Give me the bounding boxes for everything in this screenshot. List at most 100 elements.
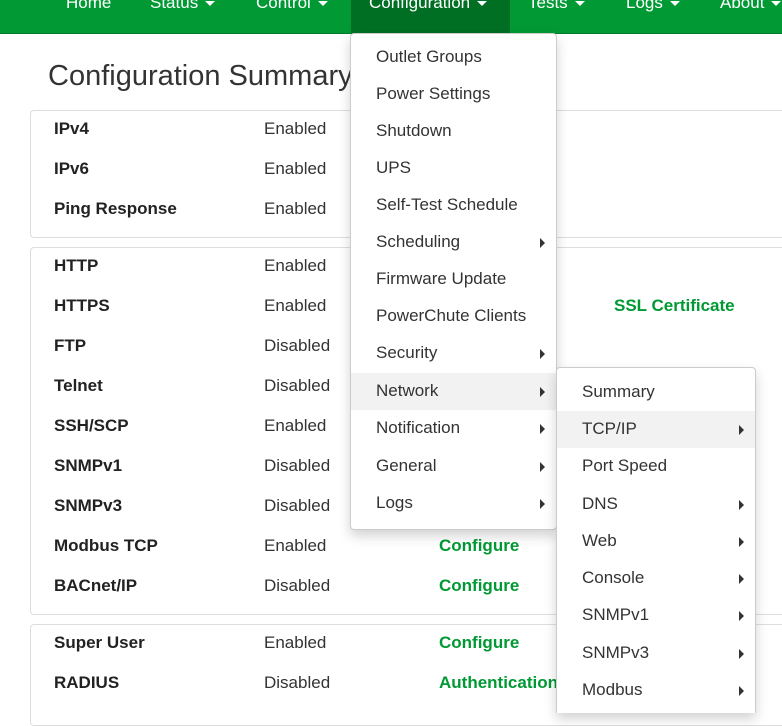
menu-item-label: Shutdown [376, 121, 452, 140]
menu-item-label: UPS [376, 158, 411, 177]
menu-item-label: SNMPv1 [582, 605, 650, 624]
caret-right-icon [739, 649, 744, 659]
caret-right-icon [739, 611, 744, 621]
caret-right-icon [540, 424, 545, 434]
nav-home[interactable]: Home [66, 0, 111, 33]
caret-right-icon [540, 462, 545, 472]
nav-home-label: Home [66, 0, 112, 12]
menu-item-label: Notification [376, 418, 461, 437]
setting-name: IPv6 [54, 159, 89, 178]
submenu-item-snmpv3[interactable]: SNMPv3 [557, 635, 755, 672]
nav-tests-label: Tests [528, 0, 568, 12]
caret-down-icon [669, 1, 680, 6]
caret-right-icon [540, 387, 545, 397]
nav-about-label: About [720, 0, 765, 12]
setting-status: Enabled [264, 159, 327, 178]
setting-name: HTTP [54, 256, 99, 275]
submenu-item-tcpip[interactable]: TCP/IP [557, 411, 755, 448]
setting-name: HTTPS [54, 296, 110, 315]
nav-about[interactable]: About [720, 0, 782, 33]
setting-name: Telnet [54, 376, 103, 395]
submenu-item-dns[interactable]: DNS [557, 486, 755, 523]
setting-name: Ping Response [54, 199, 177, 218]
caret-right-icon [739, 686, 744, 696]
caret-right-icon [739, 500, 744, 510]
nav-control-label: Control [256, 0, 311, 12]
nav-control[interactable]: Control [256, 0, 328, 33]
menu-item-label: Outlet Groups [376, 47, 482, 66]
setting-name: SNMPv1 [54, 456, 123, 475]
menu-item-label: Scheduling [376, 232, 461, 251]
menu-item-label: TCP/IP [582, 419, 637, 438]
caret-right-icon [739, 574, 744, 584]
submenu-item-snmpv1[interactable]: SNMPv1 [557, 597, 755, 634]
setting-status: Enabled [264, 296, 327, 315]
submenu-item-web[interactable]: Web [557, 523, 755, 560]
setting-name: SNMPv3 [54, 496, 123, 515]
nav-tests[interactable]: Tests [528, 0, 585, 33]
setting-status: Disabled [264, 496, 331, 515]
network-submenu: Summary TCP/IP Port Speed DNS Web Consol… [556, 367, 756, 713]
setting-status: Enabled [264, 536, 327, 555]
setting-name: FTP [54, 336, 87, 355]
setting-status: Enabled [264, 199, 327, 218]
menu-item-general[interactable]: General [351, 448, 556, 485]
setting-status: Disabled [264, 456, 331, 475]
submenu-item-port-speed[interactable]: Port Speed [557, 448, 755, 485]
super-user-configure-link[interactable]: Configure [439, 633, 519, 653]
setting-status: Disabled [264, 336, 331, 355]
menu-item-label: Logs [376, 493, 413, 512]
submenu-item-modbus[interactable]: Modbus [557, 672, 755, 709]
setting-status: Enabled [264, 256, 327, 275]
menu-item-firmware-update[interactable]: Firmware Update [351, 261, 556, 298]
modbus-configure-link[interactable]: Configure [439, 536, 519, 556]
nav-status[interactable]: Status [150, 0, 216, 33]
menu-item-label: SNMPv3 [582, 643, 650, 662]
setting-status: Disabled [264, 673, 331, 692]
page-title: Configuration Summary [48, 60, 353, 92]
setting-status: Enabled [264, 416, 327, 435]
menu-item-network[interactable]: Network [351, 373, 556, 410]
menu-item-label: Console [582, 568, 645, 587]
menu-item-label: Power Settings [376, 84, 491, 103]
menu-item-ups[interactable]: UPS [351, 150, 556, 187]
menu-item-label: DNS [582, 494, 618, 513]
menu-item-scheduling[interactable]: Scheduling [351, 224, 556, 261]
menu-item-label: PowerChute Clients [376, 306, 527, 325]
menu-item-notification[interactable]: Notification [351, 410, 556, 447]
setting-status: Enabled [264, 119, 327, 138]
setting-name: Super User [54, 633, 145, 652]
setting-name: Modbus TCP [54, 536, 158, 555]
setting-name: BACnet/IP [54, 576, 138, 595]
setting-name: RADIUS [54, 673, 120, 692]
configuration-dropdown-menu: Outlet Groups Power Settings Shutdown UP… [350, 33, 557, 530]
menu-item-security[interactable]: Security [351, 335, 556, 372]
caret-down-icon [205, 1, 216, 6]
menu-item-powerchute-clients[interactable]: PowerChute Clients [351, 298, 556, 335]
submenu-item-summary[interactable]: Summary [557, 374, 755, 411]
menu-item-shutdown[interactable]: Shutdown [351, 113, 556, 150]
bacnet-configure-link[interactable]: Configure [439, 576, 519, 596]
setting-name: IPv4 [54, 119, 89, 138]
radius-authentication-link[interactable]: Authentication [439, 673, 558, 693]
menu-item-label: General [376, 456, 437, 475]
menu-item-logs[interactable]: Logs [351, 485, 556, 522]
ssl-certificate-link[interactable]: SSL Certificate [614, 296, 735, 316]
submenu-item-console[interactable]: Console [557, 560, 755, 597]
caret-right-icon [540, 349, 545, 359]
caret-right-icon [739, 425, 744, 435]
menu-item-label: Web [582, 531, 617, 550]
setting-status: Disabled [264, 576, 331, 595]
setting-status: Disabled [264, 376, 331, 395]
nav-configuration[interactable]: Configuration [351, 0, 510, 33]
caret-right-icon [739, 537, 744, 547]
menu-item-outlet-groups[interactable]: Outlet Groups [351, 39, 556, 76]
caret-right-icon [540, 499, 545, 509]
nav-logs[interactable]: Logs [626, 0, 680, 33]
menu-item-power-settings[interactable]: Power Settings [351, 76, 556, 113]
menu-item-label: Self-Test Schedule [376, 195, 518, 214]
menu-item-self-test-schedule[interactable]: Self-Test Schedule [351, 187, 556, 224]
caret-down-icon [771, 1, 782, 6]
nav-logs-label: Logs [626, 0, 663, 12]
caret-down-icon [574, 1, 585, 6]
